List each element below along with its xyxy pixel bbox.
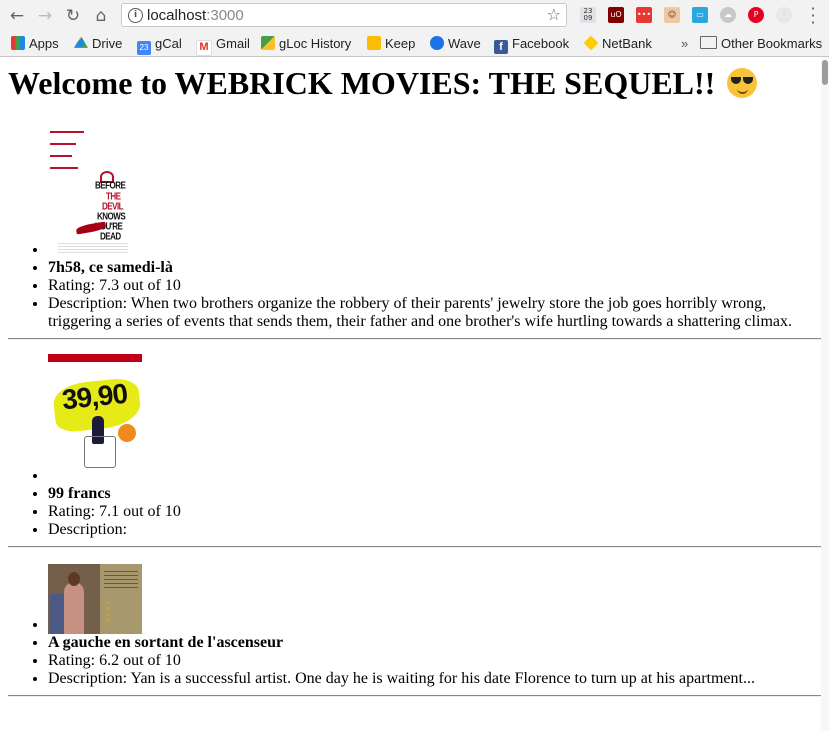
chrome-menu-icon[interactable]: · · ·	[810, 1, 816, 31]
face-extension-icon[interactable]: ☺	[664, 7, 680, 23]
bookmark-star-icon[interactable]: ☆	[547, 5, 561, 24]
keep-icon	[367, 36, 381, 50]
bookmark-keep[interactable]: Keep	[367, 35, 415, 53]
gmail-icon: M	[196, 40, 212, 56]
bookmarks-overflow-button[interactable]: »	[681, 35, 688, 53]
calendar-extension-text: 23 09	[583, 7, 593, 22]
bookmark-label: Keep	[385, 36, 416, 51]
bookmark-label: NetBank	[602, 36, 652, 51]
poster-list-item: 39,90	[48, 354, 821, 485]
forward-arrow-icon[interactable]: →	[35, 6, 55, 26]
apps-grid-icon	[11, 36, 25, 50]
movie-poster-image[interactable]: BEFORE THE DEVIL KNOWS YOU'RE DEAD	[48, 121, 142, 259]
movie-item: BEFORE THE DEVIL KNOWS YOU'RE DEAD 7h58,…	[0, 121, 821, 340]
bookmark-label: Gmail	[216, 36, 250, 51]
url-text[interactable]: localhost:3000	[147, 7, 244, 24]
window-extension-icon[interactable]: ▭	[692, 7, 708, 23]
bookmark-drive[interactable]: Drive	[74, 35, 122, 53]
folder-icon	[700, 36, 717, 49]
poster-list-item	[48, 564, 821, 634]
poster-text: DEAD	[100, 230, 121, 243]
ublock-extension-icon[interactable]: uO	[608, 7, 624, 23]
browser-toolbar: ← → ↻ ⌂ i localhost:3000 ☆ 23 09 uO ••• …	[0, 0, 829, 32]
movie-list: BEFORE THE DEVIL KNOWS YOU'RE DEAD 7h58,…	[0, 121, 821, 697]
netbank-icon	[583, 35, 599, 51]
page-heading-text: Welcome to WEBRICK MOVIES: THE SEQUEL!!	[8, 65, 716, 101]
bookmark-label: Facebook	[512, 36, 570, 51]
calendar-extension-icon[interactable]: 23 09	[580, 7, 596, 23]
pinterest-extension-icon[interactable]: P	[748, 7, 764, 23]
movie-item: 39,90 99 francs Rating: 7.1 out of 10 De…	[0, 354, 821, 548]
cloud-extension-icon[interactable]: ☁	[720, 7, 736, 23]
movie-description: Description:	[48, 521, 821, 539]
url-port: :3000	[206, 7, 244, 24]
maps-icon	[261, 36, 275, 50]
movie-title: 7h58, ce samedi-là	[48, 259, 821, 277]
poster-text: 39,90	[60, 377, 129, 416]
other-bookmarks[interactable]: Other Bookmarks	[700, 35, 822, 53]
calendar-icon: 23	[137, 41, 151, 55]
scrollbar-track[interactable]	[821, 57, 829, 731]
sunglasses-emoji-icon	[727, 68, 758, 98]
reload-icon[interactable]: ↻	[63, 6, 83, 26]
bookmark-gloc-history[interactable]: gLoc History	[261, 35, 351, 53]
bookmark-label: gLoc History	[279, 36, 352, 51]
page-content: Welcome to WEBRICK MOVIES: THE SEQUEL!! …	[0, 57, 821, 731]
movie-item: A gauche en sortant de l'ascenseur Ratin…	[0, 564, 821, 697]
bookmark-netbank[interactable]: NetBank	[583, 35, 652, 53]
back-arrow-icon[interactable]: ←	[7, 6, 27, 26]
movie-rating: Rating: 7.1 out of 10	[48, 503, 821, 521]
bookmark-gmail[interactable]: M Gmail	[196, 35, 250, 56]
divider	[8, 338, 821, 340]
movie-description: Description: When two brothers organize …	[48, 295, 821, 331]
divider	[8, 695, 821, 697]
bookmark-label: Drive	[92, 36, 123, 51]
blank-extension-icon[interactable]: ·	[776, 7, 792, 23]
bookmark-wave[interactable]: Wave	[430, 35, 481, 53]
bookmark-facebook[interactable]: f Facebook	[494, 35, 570, 54]
bookmark-label: gCal	[155, 36, 182, 51]
bookmarks-bar: Apps Drive 23 gCal M Gmail gLoc History Ke…	[0, 32, 829, 57]
url-host: localhost	[147, 7, 207, 24]
shopping-cart-icon	[84, 436, 116, 468]
movie-description: Description: Yan is a successful artist.…	[48, 670, 821, 688]
drive-icon	[74, 36, 88, 48]
movie-rating: Rating: 7.3 out of 10	[48, 277, 821, 295]
facebook-icon: f	[494, 40, 508, 54]
info-icon[interactable]: i	[128, 8, 143, 23]
page-heading: Welcome to WEBRICK MOVIES: THE SEQUEL!!	[8, 65, 758, 102]
lastpass-extension-icon[interactable]: •••	[636, 7, 652, 23]
bookmark-label: Wave	[448, 36, 481, 51]
movie-poster-image[interactable]: 39,90	[48, 354, 142, 485]
movie-poster-image[interactable]	[48, 564, 142, 634]
wave-icon	[430, 36, 444, 50]
gcal-icon-text: 23	[139, 43, 149, 52]
home-icon[interactable]: ⌂	[91, 6, 111, 26]
bookmark-gcal[interactable]: 23 gCal	[137, 35, 182, 55]
poster-list-item: BEFORE THE DEVIL KNOWS YOU'RE DEAD	[48, 121, 821, 259]
movie-title: A gauche en sortant de l'ascenseur	[48, 634, 821, 652]
bookmark-label: Apps	[29, 36, 59, 51]
bookmark-apps[interactable]: Apps	[11, 35, 59, 53]
scrollbar-thumb[interactable]	[822, 60, 828, 85]
movie-rating: Rating: 6.2 out of 10	[48, 652, 821, 670]
divider	[8, 546, 821, 548]
address-bar[interactable]: i localhost:3000 ☆	[121, 3, 567, 27]
other-bookmarks-label: Other Bookmarks	[721, 36, 823, 51]
movie-title: 99 francs	[48, 485, 821, 503]
